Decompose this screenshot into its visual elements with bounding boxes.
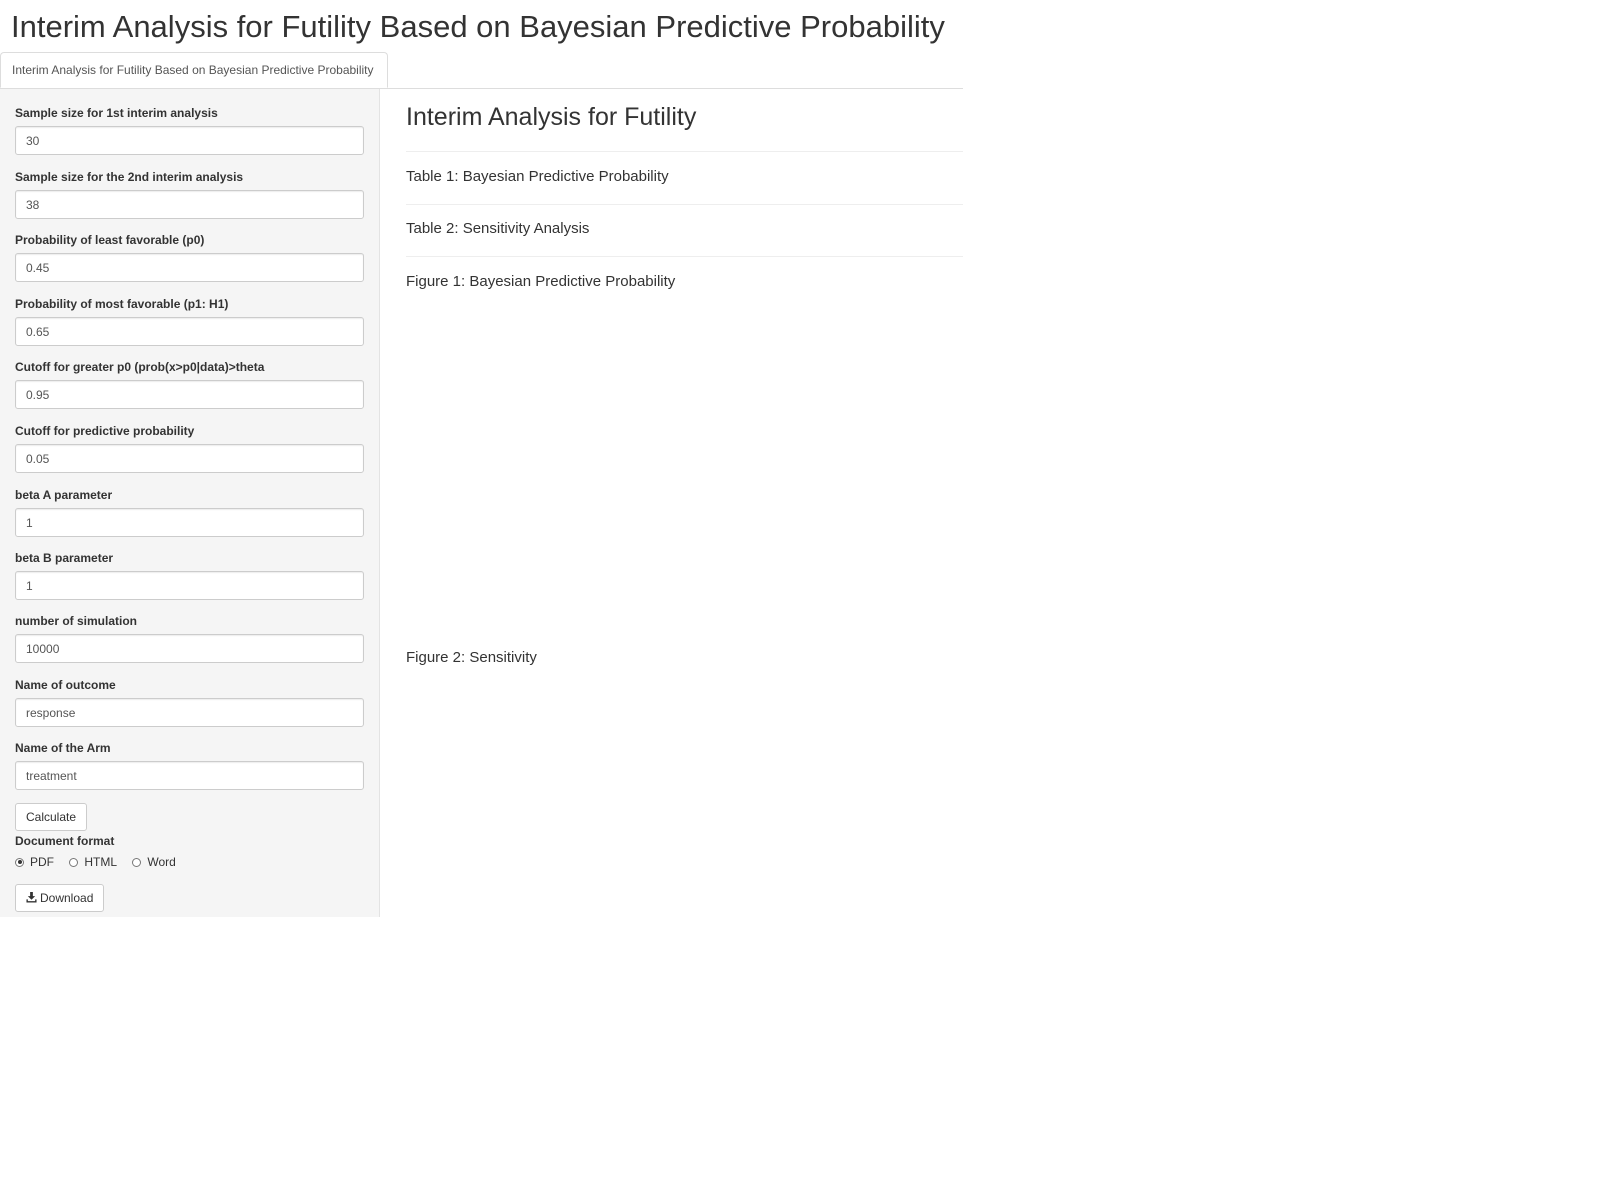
sample-size-1st-input[interactable]	[15, 126, 364, 155]
theta-cutoff-label: Cutoff for greater p0 (prob(x>p0|data)>t…	[15, 360, 265, 374]
format-option-word[interactable]: Word	[132, 852, 176, 872]
p1-label: Probability of most favorable (p1: H1)	[15, 297, 229, 311]
table-1-title: Table 1: Bayesian Predictive Probability	[406, 168, 669, 185]
theta-cutoff-input[interactable]	[15, 380, 364, 409]
calculate-button[interactable]: Calculate	[15, 803, 88, 831]
arm-name-label: Name of the Arm	[15, 741, 111, 755]
table-2-title: Table 2: Sensitivity Analysis	[406, 220, 590, 237]
beta-a-label: beta A parameter	[15, 488, 113, 502]
tab-bar: Interim Analysis for Futility Based on B…	[0, 52, 963, 89]
divider	[406, 256, 963, 257]
document-format-label: Document format	[15, 834, 115, 848]
num-simulation-input[interactable]	[15, 634, 364, 663]
sidebar-panel: Sample size for 1st interim analysis Sam…	[0, 89, 380, 917]
radio-unchecked-icon[interactable]	[132, 857, 142, 867]
sample-size-1st-label: Sample size for 1st interim analysis	[15, 106, 218, 120]
document-format-radio-group: PDF HTML Word	[15, 852, 188, 872]
divider	[406, 204, 963, 205]
radio-unchecked-icon[interactable]	[69, 857, 79, 867]
format-option-label: Word	[147, 855, 176, 869]
predictive-cutoff-input[interactable]	[15, 444, 364, 473]
outcome-name-input[interactable]	[15, 698, 364, 727]
arm-name-input[interactable]	[15, 761, 364, 790]
num-simulation-label: number of simulation	[15, 614, 138, 628]
format-option-label: HTML	[84, 855, 118, 869]
main-heading: Interim Analysis for Futility	[406, 103, 697, 131]
beta-b-label: beta B parameter	[15, 551, 114, 565]
beta-a-input[interactable]	[15, 508, 364, 537]
page-title: Interim Analysis for Futility Based on B…	[11, 9, 945, 44]
format-option-html[interactable]: HTML	[69, 852, 117, 872]
radio-checked-icon[interactable]	[15, 857, 24, 867]
p0-label: Probability of least favorable (p0)	[15, 233, 205, 247]
figure-2-title: Figure 2: Sensitivity	[406, 649, 537, 666]
download-button-label: Download	[40, 891, 94, 905]
download-icon	[26, 892, 37, 903]
sample-size-2nd-label: Sample size for the 2nd interim analysis	[15, 170, 244, 184]
format-option-label: PDF	[30, 855, 54, 869]
tab-interim-analysis[interactable]: Interim Analysis for Futility Based on B…	[0, 52, 388, 88]
p0-input[interactable]	[15, 253, 364, 282]
divider	[406, 151, 963, 152]
outcome-name-label: Name of outcome	[15, 678, 116, 692]
download-button[interactable]: Download	[15, 884, 105, 912]
p1-input[interactable]	[15, 317, 364, 346]
format-option-pdf[interactable]: PDF	[15, 852, 54, 872]
predictive-cutoff-label: Cutoff for predictive probability	[15, 424, 195, 438]
beta-b-input[interactable]	[15, 571, 364, 600]
sample-size-2nd-input[interactable]	[15, 190, 364, 219]
figure-1-title: Figure 1: Bayesian Predictive Probabilit…	[406, 273, 676, 290]
